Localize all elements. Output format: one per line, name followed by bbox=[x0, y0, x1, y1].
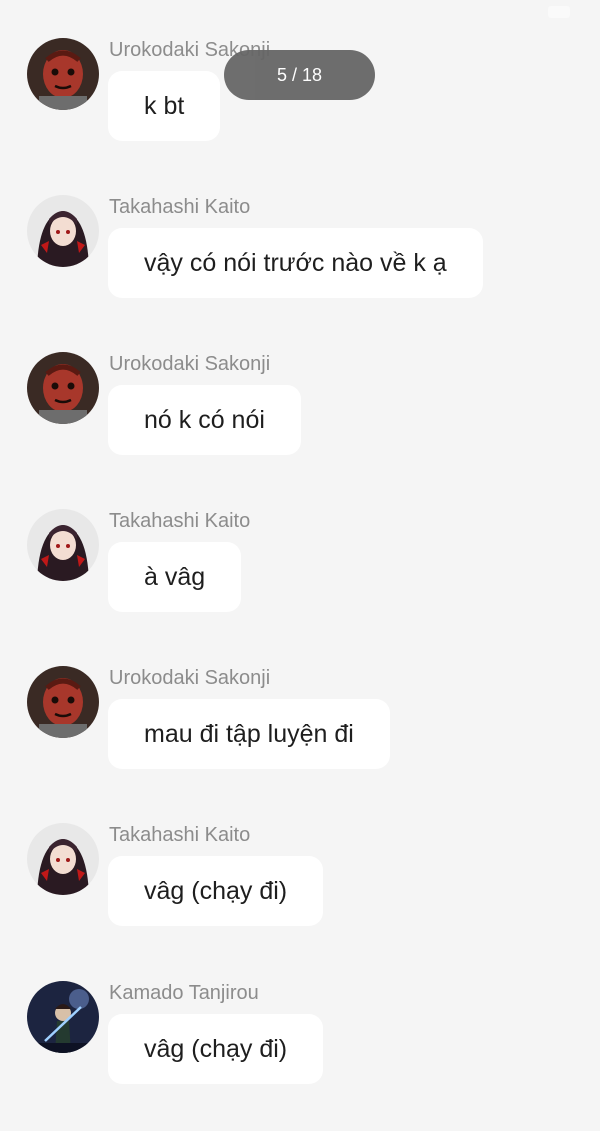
sender-name: Urokodaki Sakonji bbox=[109, 353, 271, 375]
sender-name: Takahashi Kaito bbox=[109, 196, 251, 218]
chat-message: Urokodaki Sakonji mau đi tập luyện đi bbox=[0, 666, 600, 816]
message-bubble[interactable]: nó k có nói bbox=[108, 385, 301, 455]
chat-message: Kamado Tanjirou vâg (chạy đi) bbox=[0, 981, 600, 1131]
sender-name: Takahashi Kaito bbox=[109, 510, 251, 532]
anime-girl-avatar[interactable] bbox=[27, 509, 99, 581]
message-bubble[interactable]: à vâg bbox=[108, 542, 242, 612]
chat-message: Takahashi Kaito vậy có nói trước nào về … bbox=[0, 195, 600, 345]
chat-message: Urokodaki Sakonji nó k có nói bbox=[0, 352, 600, 502]
chat-message: Takahashi Kaito à vâg bbox=[0, 509, 600, 659]
sender-name: Takahashi Kaito bbox=[109, 824, 251, 846]
message-bubble[interactable]: vậy có nói trước nào về k ạ bbox=[108, 228, 483, 298]
sender-name: Kamado Tanjirou bbox=[109, 982, 259, 1004]
oni-mask-avatar[interactable] bbox=[27, 352, 99, 424]
sender-name: Urokodaki Sakonji bbox=[109, 667, 271, 689]
message-bubble[interactable]: vâg (chạy đi) bbox=[108, 1014, 324, 1084]
page-counter: 5 / 18 bbox=[224, 50, 375, 100]
oni-mask-avatar[interactable] bbox=[27, 38, 99, 110]
oni-mask-avatar[interactable] bbox=[27, 666, 99, 738]
message-bubble[interactable]: mau đi tập luyện đi bbox=[108, 699, 390, 769]
chat-message: Takahashi Kaito vâg (chạy đi) bbox=[0, 823, 600, 973]
anime-girl-avatar[interactable] bbox=[27, 195, 99, 267]
chat-log: Urokodaki Sakonji k bt Takahashi Kaito v… bbox=[0, 0, 600, 1084]
message-bubble[interactable]: vâg (chạy đi) bbox=[108, 856, 324, 926]
message-bubble[interactable]: k bt bbox=[108, 71, 221, 141]
anime-girl-avatar[interactable] bbox=[27, 823, 99, 895]
swordsman-avatar[interactable] bbox=[27, 981, 99, 1053]
